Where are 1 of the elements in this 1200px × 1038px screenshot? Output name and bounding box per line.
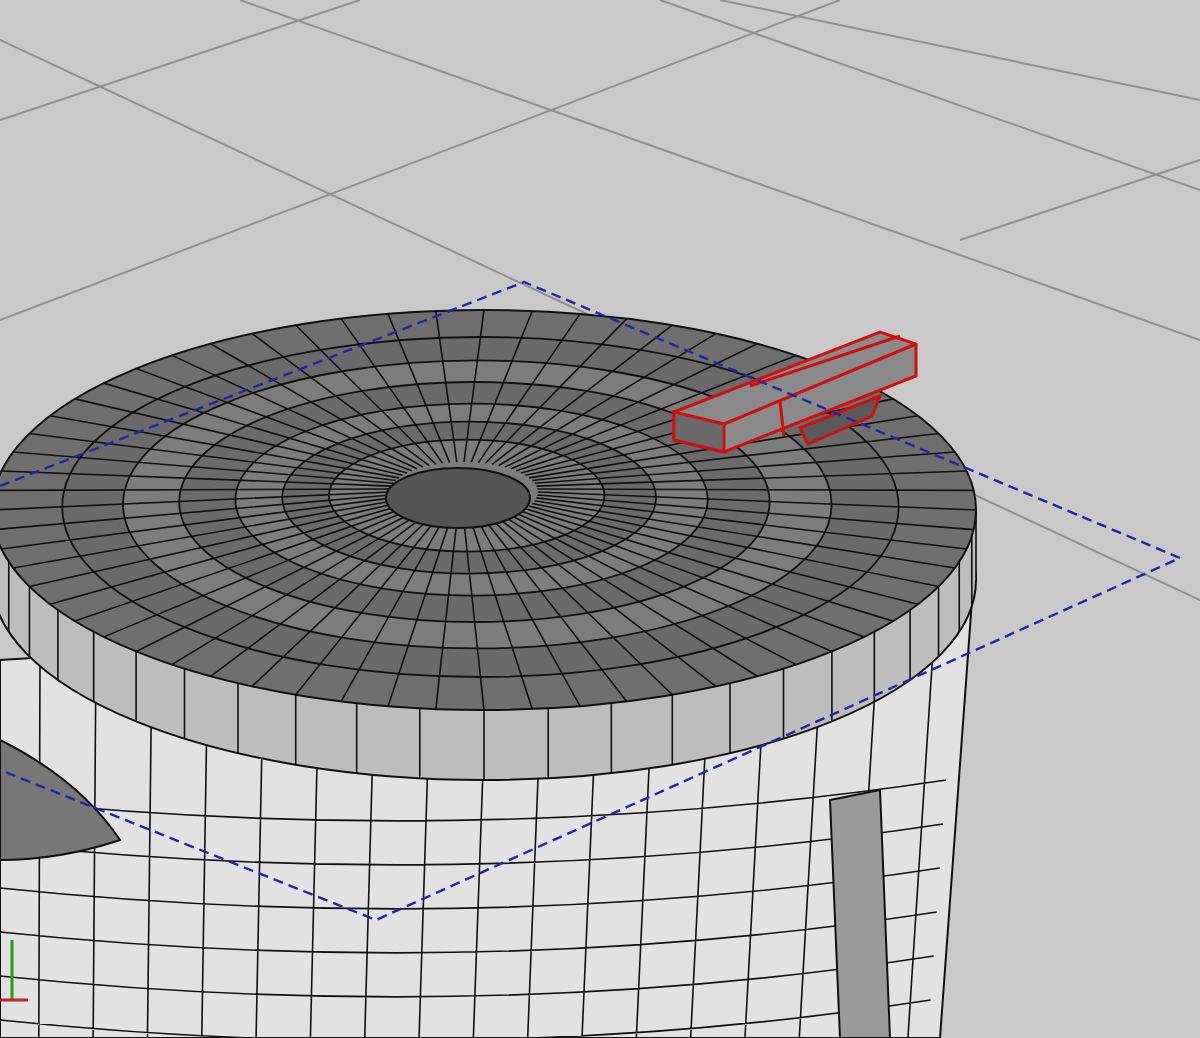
axis-icon: [0, 940, 28, 1002]
